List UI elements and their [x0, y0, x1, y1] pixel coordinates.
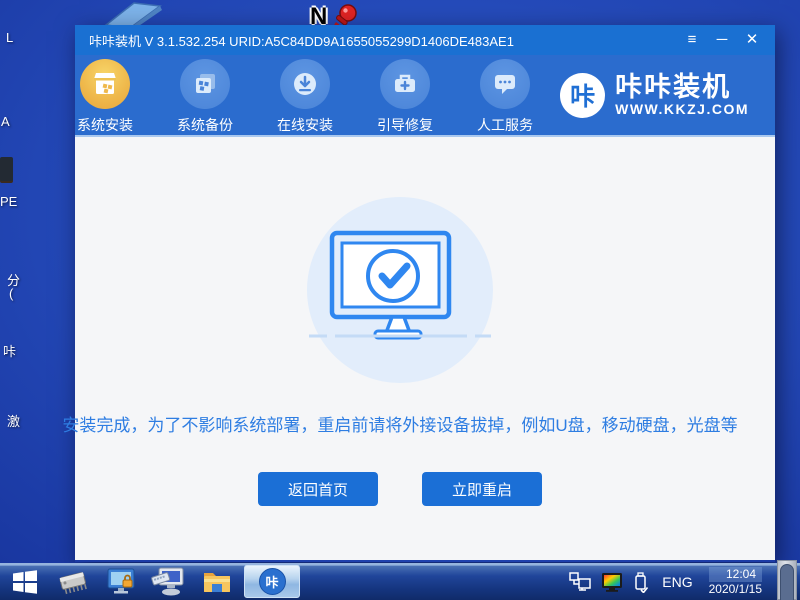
backup-icon	[180, 59, 230, 109]
clock-date: 2020/1/15	[709, 582, 762, 597]
cpu-chip-icon	[56, 567, 90, 597]
back-home-button[interactable]: 返回首页	[258, 472, 378, 506]
nav-label: 引导修复	[377, 115, 433, 135]
taskbar-chip-tool[interactable]	[54, 565, 92, 599]
desktop-label-fragment: (	[9, 286, 13, 301]
brand-mark-icon: 咔	[560, 73, 605, 118]
nav-item-system-backup[interactable]: 系统备份	[175, 59, 235, 135]
restart-now-button[interactable]: 立即重启	[422, 472, 542, 506]
taskbar-display-lock-tool[interactable]	[102, 565, 140, 599]
nav-label: 人工服务	[477, 115, 533, 135]
nav-label: 系统安装	[77, 115, 133, 135]
clock[interactable]: 12:04 2020/1/15	[705, 565, 766, 599]
taskbar-kaka-app[interactable]: 咔	[244, 565, 300, 598]
nav-label: 在线安装	[277, 115, 333, 135]
taskbar-file-explorer[interactable]	[198, 565, 236, 599]
clock-time: 12:04	[709, 567, 762, 582]
windows-logo-icon	[12, 569, 38, 595]
folder-icon	[200, 567, 234, 597]
toolbox-icon	[380, 59, 430, 109]
desktop-label-fragment: 咔	[3, 341, 16, 360]
network-icon[interactable]	[568, 571, 592, 593]
nav-item-support[interactable]: 人工服务	[475, 59, 535, 135]
desktop: N L A PE 分 ( 咔 激 咔咔装机 V 3.1.532.254 URID…	[0, 0, 800, 600]
nav-item-system-install[interactable]: 系统安装	[75, 59, 135, 135]
window-title: 咔咔装机 V 3.1.532.254 URID:A5C84DD9A1655055…	[89, 31, 681, 50]
install-complete-illustration	[305, 195, 495, 385]
nav-bar: 系统安装 系统备份	[75, 55, 775, 137]
completion-message: 安装完成，为了不影响系统部署，重启前请将外接设备拔掉，例如U盘，移动硬盘，光盘等	[62, 411, 737, 436]
brand-site: WWW.KKZJ.COM	[615, 101, 749, 117]
package-icon	[80, 59, 130, 109]
computer-keyboard-icon	[151, 566, 187, 598]
brand-name: 咔咔装机	[615, 73, 749, 101]
usb-safely-remove-icon[interactable]	[632, 571, 650, 593]
chat-icon	[480, 59, 530, 109]
display-settings-icon[interactable]	[600, 571, 624, 593]
nav-label: 系统备份	[177, 115, 233, 135]
nav-item-boot-repair[interactable]: 引导修复	[375, 59, 435, 135]
start-button[interactable]	[6, 565, 44, 599]
scrollbar[interactable]	[777, 560, 797, 600]
monitor-lock-icon	[104, 566, 138, 598]
content-area: 安装完成，为了不影响系统部署，重启前请将外接设备拔掉，例如U盘，移动硬盘，光盘等…	[75, 137, 775, 560]
desktop-label-fragment: A	[1, 114, 10, 129]
minimize-icon[interactable]: ─	[711, 30, 733, 50]
close-icon[interactable]: ✕	[741, 30, 763, 50]
nav-item-online-install[interactable]: 在线安装	[275, 59, 335, 135]
download-icon	[280, 59, 330, 109]
desktop-label-fragment: L	[6, 30, 13, 45]
brand-logo: 咔 咔咔装机 WWW.KKZJ.COM	[560, 73, 749, 118]
language-indicator[interactable]: ENG	[658, 574, 696, 590]
desktop-label-fragment: PE	[0, 194, 17, 209]
taskbar-computer-tool[interactable]	[150, 565, 188, 599]
desktop-icon-fragment	[0, 157, 13, 181]
menu-icon[interactable]: ≡	[681, 30, 703, 50]
taskbar: 咔 ENG	[0, 563, 800, 600]
installer-window: 咔咔装机 V 3.1.532.254 URID:A5C84DD9A1655055…	[75, 25, 775, 562]
desktop-label-fragment: 激	[7, 411, 20, 430]
kaka-app-icon: 咔	[259, 568, 286, 595]
title-bar[interactable]: 咔咔装机 V 3.1.532.254 URID:A5C84DD9A1655055…	[75, 25, 775, 55]
scrollbar-thumb[interactable]	[780, 564, 794, 600]
